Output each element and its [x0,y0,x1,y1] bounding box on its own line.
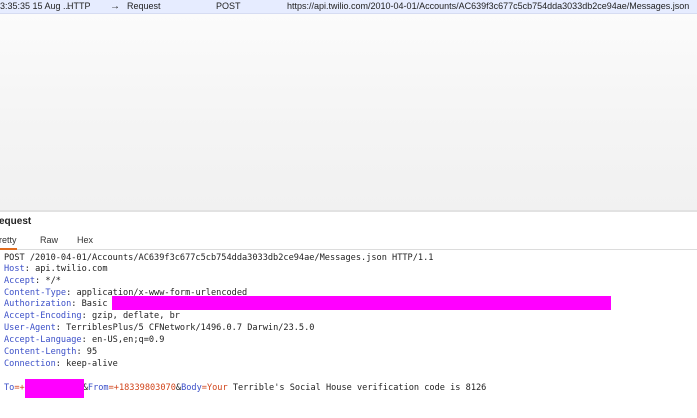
header-name: Authorization [4,299,72,309]
request-view-tabs: retty Raw Hex [0,233,697,250]
header-line: User-Agent: TerriblesPlus/5 CFNetwork/14… [4,323,315,333]
param-from-key: From [87,383,109,393]
param-to-key: To [4,383,15,393]
pane-splitter[interactable] [0,210,697,212]
header-name: User-Agent [4,323,56,333]
authorization-redaction [112,296,611,310]
history-type: Request [127,1,161,11]
header-value: */* [45,276,61,286]
request-line: POST /2010-04-01/Accounts/AC639f3c677c5c… [4,253,434,263]
param-body-key: Body [181,383,202,393]
header-value: Basic [81,299,108,309]
header-name: Connection [4,359,56,369]
header-line: Accept: */* [4,276,61,286]
request-panel-title: equest [0,216,32,227]
proxy-window: 3:35:35 15 Aug ... HTTP → Request POST h… [0,0,697,418]
header-value: keep-alive [66,359,118,369]
header-name: Content-Length [4,347,77,357]
header-line: Accept-Encoding: gzip, deflate, br [4,311,180,321]
param-from-value: =+18339803070 [108,383,176,393]
history-time: 3:35:35 15 Aug ... [0,1,71,11]
history-row-selected[interactable]: 3:35:35 15 Aug ... HTTP → Request POST h… [0,0,697,14]
header-value: en-US,en;q=0.9 [91,335,165,345]
request-editor[interactable]: POST /2010-04-01/Accounts/AC639f3c677c5c… [0,250,697,418]
header-name: Accept [4,276,36,286]
history-protocol: HTTP [67,1,91,11]
header-name: Accept-Language [4,335,82,345]
phone-redaction [25,379,84,398]
header-line: Authorization: Basic [4,299,108,309]
header-value: 95 [86,347,98,357]
header-value: gzip, deflate, br [91,311,180,321]
history-method: POST [216,1,241,11]
header-line: Accept-Language: en-US,en;q=0.9 [4,335,165,345]
param-body-your: Your [206,383,228,393]
tab-pretty[interactable]: retty [0,235,17,250]
header-value: api.twilio.com [35,264,108,274]
header-line: Connection: keep-alive [4,359,118,369]
header-name: Accept-Encoding [4,311,82,321]
tab-hex[interactable]: Hex [77,235,93,248]
param-to-prefix: =+ [14,383,25,393]
param-body-text: Terrible's Social House verification cod… [227,383,487,393]
header-value: TerriblesPlus/5 CFNetwork/1496.0.7 Darwi… [66,323,315,333]
header-name: Host [4,264,25,274]
header-name: Content-Type [4,288,67,298]
tab-raw[interactable]: Raw [40,235,58,248]
history-url: https://api.twilio.com/2010-04-01/Accoun… [287,1,690,11]
empty-list-pane [0,14,697,210]
header-line: Content-Length: 95 [4,347,98,357]
header-line: Host: api.twilio.com [4,264,108,274]
direction-arrow-icon: → [110,1,120,12]
